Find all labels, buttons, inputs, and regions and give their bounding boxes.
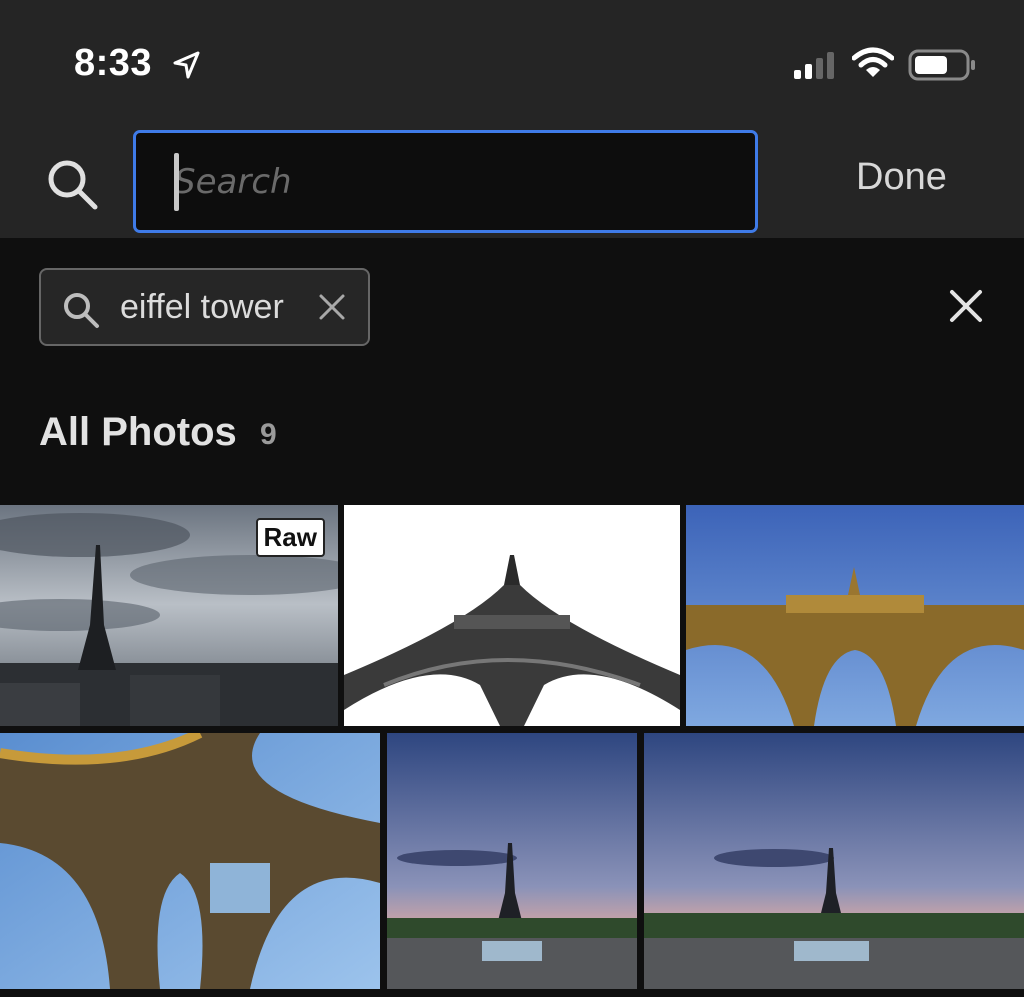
done-button[interactable]: Done [856,156,947,199]
photo-image [387,733,637,989]
status-time: 8:33 [74,42,153,84]
search-input[interactable] [136,133,755,230]
search-field[interactable] [133,130,758,233]
grid-next-row [0,989,1024,997]
photo-image [686,505,1024,726]
location-arrow-icon [173,51,200,79]
search-icon [64,293,99,328]
battery-icon [908,49,975,81]
photo-thumbnail[interactable] [0,733,380,989]
photo-thumbnail[interactable] [344,505,680,726]
search-filter-chip[interactable]: eiffel tower [39,268,370,346]
photo-image [0,733,380,989]
photo-thumbnail[interactable]: Raw [0,505,338,726]
photo-count: 9 [260,418,277,451]
raw-badge: Raw [255,518,325,557]
wifi-icon [852,47,894,77]
text-caret [174,153,179,211]
photo-thumbnail[interactable] [686,505,1024,726]
photo-image [344,505,680,726]
search-icon[interactable] [44,156,102,214]
section-title: All Photos [39,410,237,454]
photo-thumbnail[interactable] [644,733,1024,989]
photo-image [644,733,1024,989]
filter-chip-label: eiffel tower [120,288,284,326]
clear-search-icon[interactable] [948,288,984,324]
photo-thumbnail[interactable] [387,733,637,989]
cellular-signal-icon [794,52,834,79]
remove-filter-icon[interactable] [317,292,347,322]
